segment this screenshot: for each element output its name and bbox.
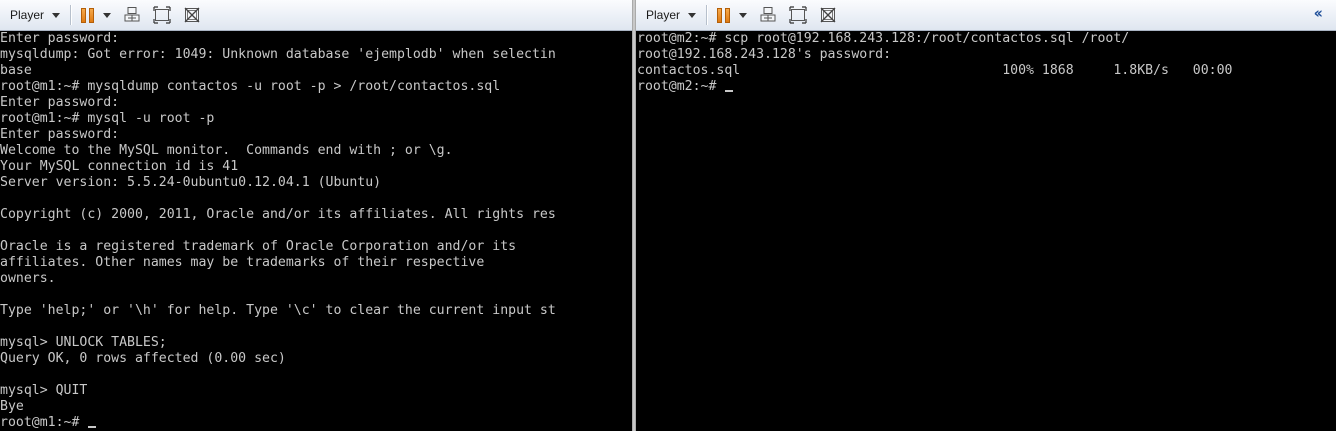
send-ctrl-alt-del-button[interactable] xyxy=(121,4,143,26)
terminal-line: Enter password: xyxy=(0,127,120,142)
terminal-line: owners. xyxy=(0,271,56,286)
terminal-line: root@m1:~# mysql -u root -p xyxy=(0,111,215,126)
terminal-line: Welcome to the MySQL monitor. Commands e… xyxy=(0,143,453,158)
terminal-line: Enter password: xyxy=(0,95,120,110)
fit-guest-button[interactable] xyxy=(787,4,809,26)
unity-mode-button[interactable] xyxy=(817,4,839,26)
terminal-line: mysql> UNLOCK TABLES; xyxy=(0,335,167,350)
right-terminal-screen[interactable]: root@m2:~# scp root@192.168.243.128:/roo… xyxy=(636,31,1336,431)
right-vm-toolbar: Player ‹‹ xyxy=(636,0,1336,31)
send-ctrl-alt-del-button[interactable] xyxy=(757,4,779,26)
fit-window-icon xyxy=(789,6,807,24)
chevron-down-icon xyxy=(688,12,697,18)
terminal-line: Server version: 5.5.24-0ubuntu0.12.04.1 … xyxy=(0,175,382,190)
player-menu-label: Player xyxy=(10,8,45,22)
terminal-line: mysqldump: Got error: 1049: Unknown data… xyxy=(0,47,556,62)
terminal-line: base xyxy=(0,63,32,78)
toolbar-separator xyxy=(706,5,708,25)
terminal-line: Type 'help;' or '\h' for help. Type '\c'… xyxy=(0,303,556,318)
pause-icon xyxy=(81,7,95,23)
chevron-down-icon[interactable] xyxy=(103,12,112,18)
left-terminal-screen[interactable]: Enter password: mysqldump: Got error: 104… xyxy=(0,31,632,431)
terminal-line: Oracle is a registered trademark of Orac… xyxy=(0,239,517,254)
terminal-line: Bye xyxy=(0,399,24,414)
chevron-down-icon xyxy=(52,12,61,18)
left-vm-toolbar: Player xyxy=(0,0,632,31)
ctrl-alt-del-icon xyxy=(124,7,140,22)
player-menu-label: Player xyxy=(646,8,681,22)
terminal-prompt[interactable]: root@m2:~# xyxy=(637,79,1336,95)
double-chevron-left-icon[interactable]: ‹‹ xyxy=(1314,4,1324,22)
terminal-line: affiliates. Other names may be trademark… xyxy=(0,255,485,270)
unity-mode-icon xyxy=(184,7,200,23)
terminal-line: Copyright (c) 2000, 2011, Oracle and/or … xyxy=(0,207,556,222)
terminal-line: contactos.sql 100% 1868 1.8KB/s 00:00 xyxy=(637,63,1233,78)
ctrl-alt-del-icon xyxy=(760,7,776,22)
unity-mode-icon xyxy=(820,7,836,23)
player-menu-button[interactable]: Player xyxy=(0,4,66,26)
pause-button[interactable] xyxy=(715,4,749,26)
fit-guest-button[interactable] xyxy=(151,4,173,26)
player-menu-button[interactable]: Player xyxy=(636,4,702,26)
fit-window-icon xyxy=(153,6,171,24)
pause-button[interactable] xyxy=(79,4,113,26)
right-vm-window: Player ‹‹ root@m2:~# scp root@192.168.24… xyxy=(636,0,1336,431)
terminal-line: Your MySQL connection id is 41 xyxy=(0,159,239,174)
terminal-line: Query OK, 0 rows affected (0.00 sec) xyxy=(0,351,286,366)
left-vm-window: Player Enter password: mysqldump: Got er… xyxy=(0,0,632,431)
chevron-down-icon[interactable] xyxy=(739,12,748,18)
terminal-line: root@192.168.243.128's password: xyxy=(637,47,892,62)
terminal-line: root@m2:~# scp root@192.168.243.128:/roo… xyxy=(637,31,1130,46)
terminal-prompt[interactable]: root@m1:~# xyxy=(0,415,632,431)
unity-mode-button[interactable] xyxy=(181,4,203,26)
terminal-line: root@m1:~# mysqldump contactos -u root -… xyxy=(0,79,501,94)
terminal-line: Enter password: xyxy=(0,31,120,46)
terminal-line: mysql> QUIT xyxy=(0,383,88,398)
pause-icon xyxy=(717,7,731,23)
toolbar-separator xyxy=(70,5,72,25)
